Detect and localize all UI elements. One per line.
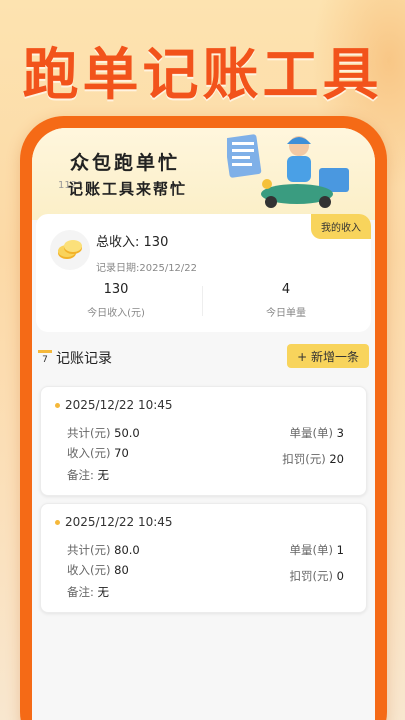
record-date: 记录日期:2025/12/22	[96, 263, 198, 274]
today-orders-value: 4	[281, 282, 291, 297]
coin-icon	[50, 230, 90, 270]
today-income-stat: 130 今日收入(元)	[36, 282, 196, 319]
record-total: 共计(元) 80.0	[67, 543, 140, 557]
total-income-value: 130	[143, 235, 169, 250]
phone-frame: 众包跑单忙 1121 记账工具来帮忙 我的收入 总收入: 130 记录日期:20…	[20, 116, 387, 720]
today-orders-stat: 4 今日单量	[206, 282, 366, 319]
stat-divider	[202, 286, 203, 316]
record-penalty: 扣罚(元) 0	[289, 569, 344, 583]
today-income-value: 130	[103, 282, 129, 297]
record-time: 2025/12/22 10:45	[65, 398, 173, 412]
record-note: 备注: 无	[67, 468, 110, 482]
record-time: 2025/12/22 10:45	[65, 515, 173, 529]
record-date-value: 2025/12/22	[139, 263, 198, 274]
record-orders: 单量(单) 3	[289, 426, 344, 440]
record-income: 收入(元) 70	[67, 446, 129, 460]
today-income-label: 今日收入(元)	[87, 308, 145, 319]
record-card[interactable]: 2025/12/22 10:45 共计(元) 80.0 收入(元) 80 备注:…	[40, 503, 367, 613]
records-section-header: 7 记账记录 + 新增一条	[32, 342, 375, 372]
app-screen: 众包跑单忙 1121 记账工具来帮忙 我的收入 总收入: 130 记录日期:20…	[32, 128, 375, 720]
add-record-button[interactable]: + 新增一条	[287, 344, 369, 368]
my-income-badge[interactable]: 我的收入	[311, 214, 371, 239]
calendar-icon: 7	[38, 350, 52, 364]
promo-title: 跑单记账工具	[22, 43, 383, 108]
delivery-rider-illustration	[227, 134, 349, 208]
calendar-day: 7	[42, 355, 48, 364]
record-total: 共计(元) 50.0	[67, 426, 140, 440]
total-income: 总收入: 130	[96, 235, 169, 250]
record-income: 收入(元) 80	[67, 563, 129, 577]
today-orders-label: 今日单量	[266, 308, 306, 319]
income-summary-card: 我的收入 总收入: 130 记录日期:2025/12/22 130 今日收入(元…	[36, 214, 371, 332]
record-penalty: 扣罚(元) 20	[282, 452, 344, 466]
record-dot	[55, 520, 60, 525]
record-note: 备注: 无	[67, 585, 110, 599]
records-title: 记账记录	[56, 351, 112, 367]
banner-title: 众包跑单忙	[70, 152, 181, 174]
banner-subtitle: 记账工具来帮忙	[68, 180, 188, 198]
record-orders: 单量(单) 1	[289, 543, 344, 557]
banner: 众包跑单忙 1121 记账工具来帮忙	[32, 128, 375, 220]
record-card[interactable]: 2025/12/22 10:45 共计(元) 50.0 收入(元) 70 备注:…	[40, 386, 367, 496]
record-dot	[55, 403, 60, 408]
